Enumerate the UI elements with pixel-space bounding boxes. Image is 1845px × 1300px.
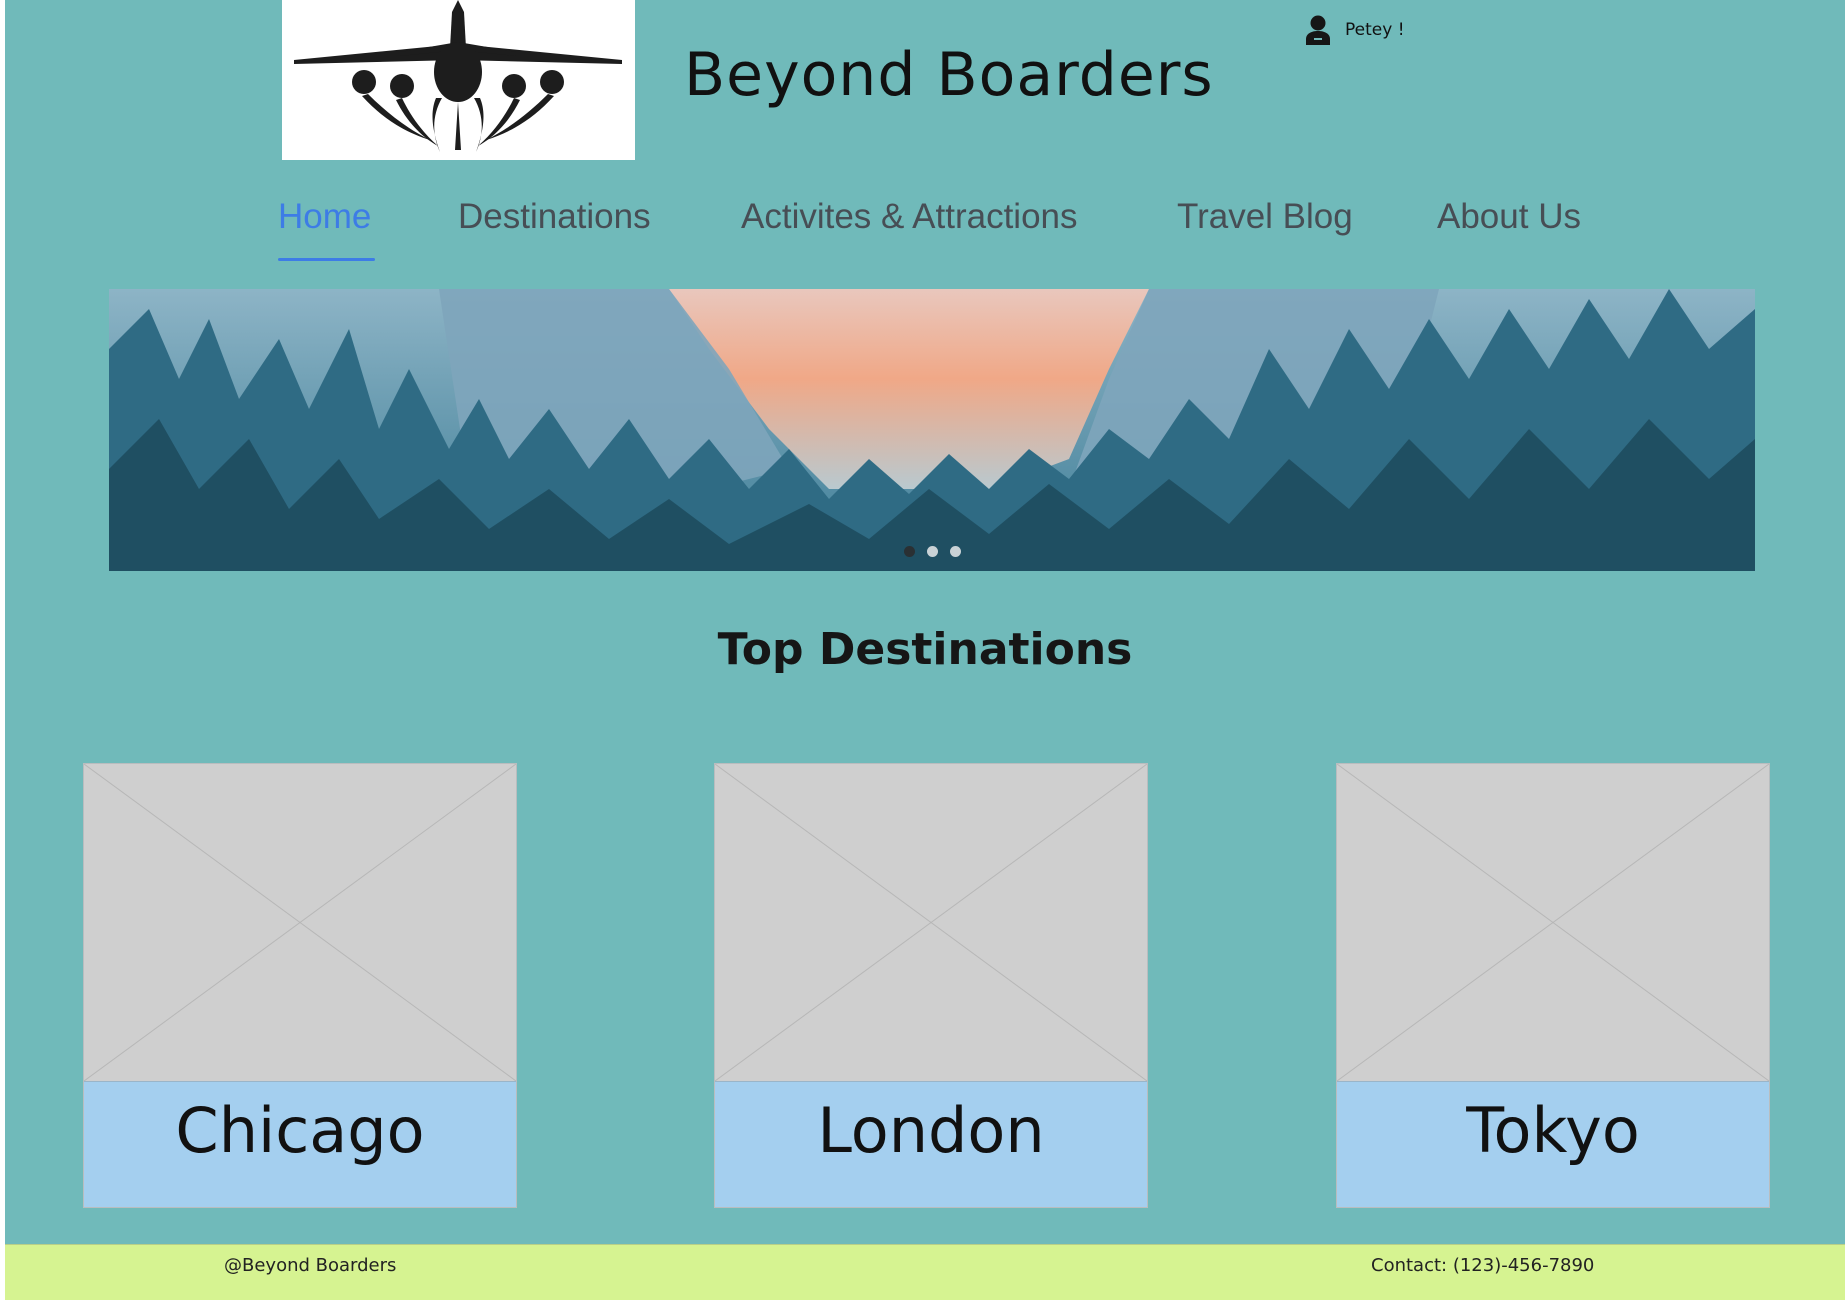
destination-name: Chicago xyxy=(175,1094,425,1167)
nav-item-home[interactable]: Home xyxy=(278,197,371,237)
footer: @Beyond Boarders Contact: (123)-456-7890 xyxy=(5,1244,1845,1300)
airplane-icon xyxy=(294,0,622,152)
card-caption: Tokyo xyxy=(1337,1081,1769,1207)
carousel-dot-1[interactable] xyxy=(903,546,915,557)
card-caption: Chicago xyxy=(84,1081,516,1207)
page: Beyond Boarders Petey ! Home Destination… xyxy=(5,0,1845,1299)
user-menu[interactable]: Petey ! xyxy=(1305,14,1405,46)
image-placeholder xyxy=(84,764,516,1081)
carousel-dot-3[interactable] xyxy=(949,546,961,557)
nav-item-travel-blog[interactable]: Travel Blog xyxy=(1177,197,1353,237)
destination-name: Tokyo xyxy=(1466,1094,1640,1167)
user-name: Petey ! xyxy=(1345,20,1405,40)
destination-card-tokyo[interactable]: Tokyo xyxy=(1336,763,1770,1208)
section-title: Top Destinations xyxy=(717,624,1133,675)
card-caption: London xyxy=(715,1081,1147,1207)
destination-card-chicago[interactable]: Chicago xyxy=(83,763,517,1208)
image-placeholder xyxy=(1337,764,1769,1081)
footer-contact: Contact: (123)-456-7890 xyxy=(1371,1255,1595,1276)
carousel-dot-2[interactable] xyxy=(926,546,938,557)
main-nav: Home Destinations Activites & Attraction… xyxy=(278,197,1608,263)
nav-active-indicator xyxy=(278,258,375,261)
user-icon xyxy=(1306,15,1330,45)
destination-card-london[interactable]: London xyxy=(714,763,1148,1208)
nav-item-activities-attractions[interactable]: Activites & Attractions xyxy=(741,197,1078,237)
carousel-indicators xyxy=(109,546,1755,557)
site-title: Beyond Boarders xyxy=(684,40,1214,110)
nav-item-destinations[interactable]: Destinations xyxy=(458,197,651,237)
site-logo[interactable] xyxy=(282,0,635,160)
hero-image xyxy=(109,289,1755,571)
footer-copyright: @Beyond Boarders xyxy=(224,1255,397,1276)
nav-item-about-us[interactable]: About Us xyxy=(1437,197,1581,237)
destination-name: London xyxy=(817,1094,1045,1167)
image-placeholder xyxy=(715,764,1147,1081)
hero-carousel[interactable] xyxy=(109,289,1755,571)
